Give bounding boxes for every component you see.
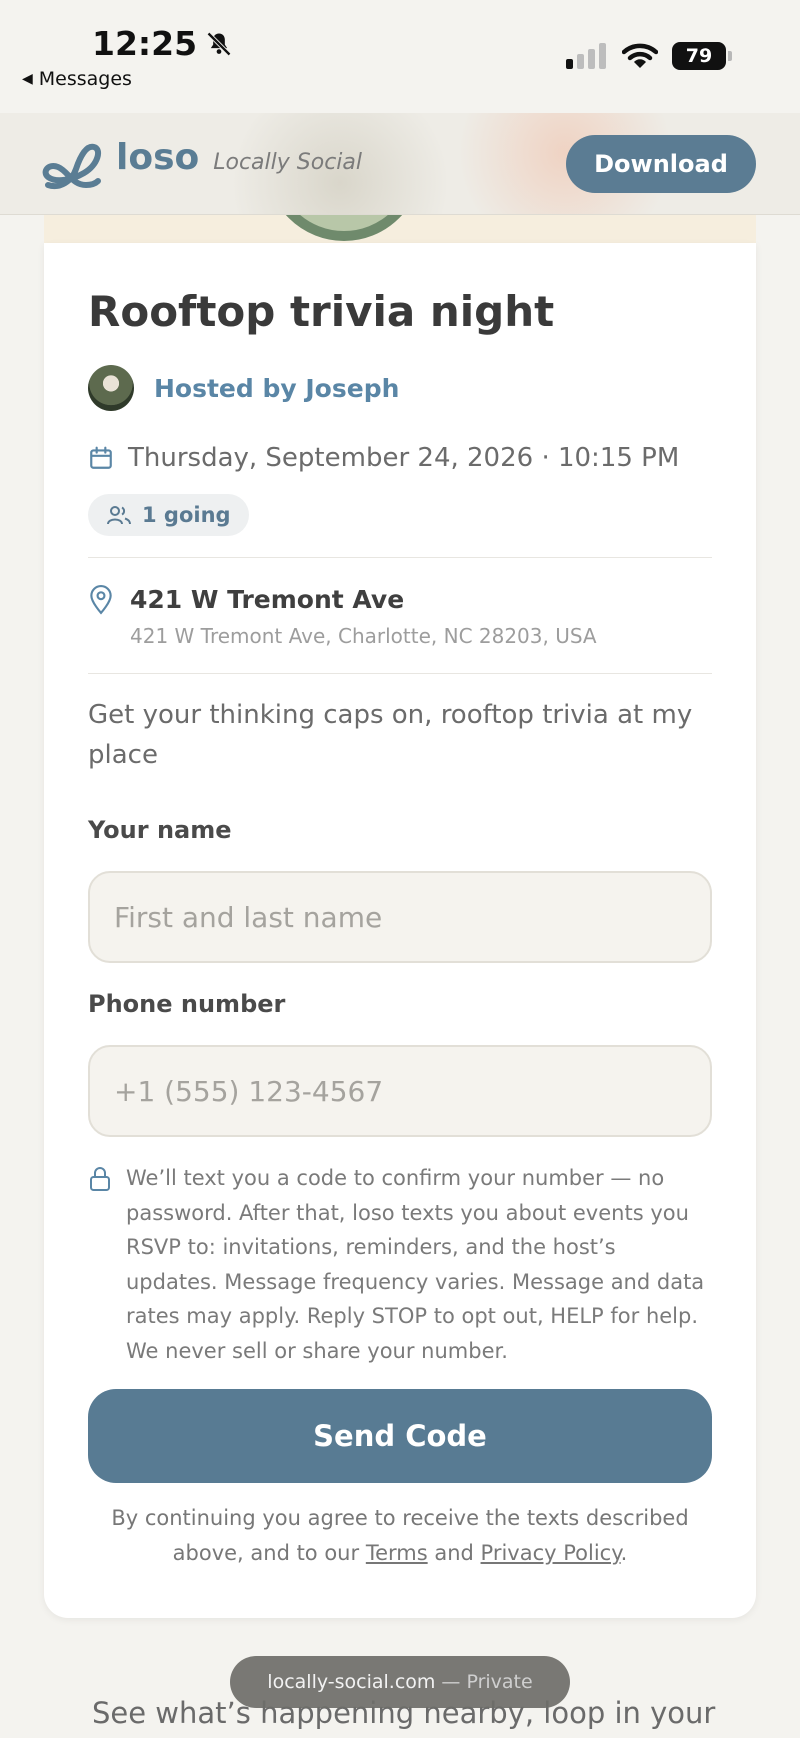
clock-time: 12:25	[92, 24, 198, 63]
name-label: Your name	[88, 816, 232, 844]
battery-indicator: 79	[672, 42, 732, 70]
clock: 12:25	[92, 24, 233, 63]
lock-icon	[90, 1167, 110, 1191]
name-input[interactable]	[88, 871, 712, 963]
brand[interactable]: loso Locally Social	[42, 137, 362, 193]
browser-url: locally-social.com	[267, 1671, 436, 1693]
event-card: Rooftop trivia night Hosted by Joseph Th…	[44, 243, 756, 1618]
location-address: 421 W Tremont Ave, Charlotte, NC 28203, …	[130, 624, 597, 648]
legal-and: and	[434, 1540, 474, 1565]
browser-url-pill[interactable]: locally-social.com — Private	[230, 1656, 570, 1708]
event-title: Rooftop trivia night	[88, 287, 555, 336]
host-avatar	[88, 365, 134, 411]
location-text: 421 W Tremont Ave 421 W Tremont Ave, Cha…	[130, 585, 597, 648]
event-datetime-row: Thursday, September 24, 2026 · 10:15 PM	[88, 443, 712, 473]
divider	[88, 673, 712, 674]
divider	[88, 557, 712, 558]
cellular-signal-icon	[566, 43, 606, 69]
phone-label: Phone number	[88, 990, 286, 1018]
sms-notice: We’ll text you a code to confirm your nu…	[88, 1161, 712, 1368]
legal-suffix: .	[620, 1540, 628, 1565]
brand-tagline: Locally Social	[213, 150, 362, 175]
brand-name: loso	[116, 137, 200, 178]
back-label: Messages	[38, 68, 132, 90]
battery-level: 79	[685, 45, 713, 67]
host-link[interactable]: Hosted by Joseph	[154, 374, 399, 403]
wifi-icon	[622, 43, 658, 68]
send-code-button[interactable]: Send Code	[88, 1389, 712, 1483]
cover-illustration	[266, 215, 422, 241]
location-name: 421 W Tremont Ave	[130, 585, 405, 614]
browser-mode: — Private	[441, 1671, 533, 1693]
terms-link[interactable]: Terms	[366, 1541, 428, 1565]
bell-muted-icon	[207, 31, 231, 56]
host-row[interactable]: Hosted by Joseph	[88, 365, 712, 411]
event-datetime: Thursday, September 24, 2026 · 10:15 PM	[128, 443, 680, 473]
calendar-icon	[90, 446, 112, 469]
app-header: loso Locally Social Download	[0, 113, 800, 215]
going-badge[interactable]: 1 going	[88, 494, 249, 536]
location-pin-icon	[90, 585, 112, 615]
sms-notice-text: We’ll text you a code to confirm your nu…	[126, 1166, 705, 1363]
download-button[interactable]: Download	[566, 135, 756, 193]
location-row[interactable]: 421 W Tremont Ave 421 W Tremont Ave, Cha…	[88, 585, 712, 648]
privacy-policy-link[interactable]: Privacy Policy	[481, 1541, 621, 1565]
status-bar: 12:25 ◀ Messages 79	[0, 0, 800, 113]
phone-input[interactable]	[88, 1045, 712, 1137]
back-arrow-icon: ◀	[22, 71, 33, 87]
event-description: Get your thinking caps on, rooftop trivi…	[88, 700, 693, 770]
event-cover-image	[44, 215, 756, 243]
going-count: 1 going	[142, 503, 231, 527]
people-icon	[107, 506, 131, 525]
loso-logo-icon	[42, 143, 102, 189]
back-to-messages[interactable]: ◀ Messages	[22, 68, 132, 90]
legal-text: By continuing you agree to receive the t…	[88, 1501, 712, 1570]
status-icons: 79	[566, 42, 732, 70]
